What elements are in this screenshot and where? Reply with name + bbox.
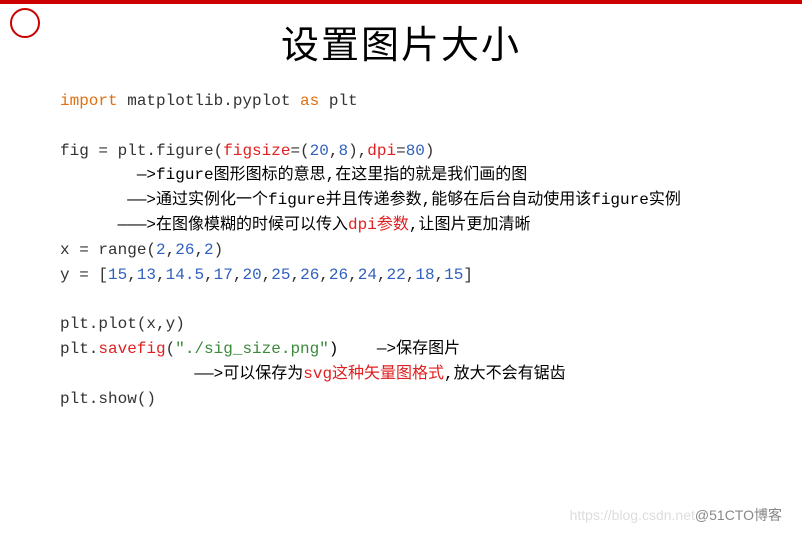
logo-area: [10, 8, 40, 38]
num: 26: [175, 241, 194, 259]
code-text: ,: [194, 241, 204, 259]
num: 13: [137, 266, 156, 284]
code-text: ,: [406, 266, 416, 284]
code-text: ,: [290, 266, 300, 284]
arg-figsize: figsize: [223, 142, 290, 160]
num: 17: [214, 266, 233, 284]
num: 14.5: [166, 266, 204, 284]
code-text: ): [425, 142, 435, 160]
code-text: plt.show(): [60, 390, 156, 408]
top-red-bar: [0, 0, 802, 4]
num: 18: [415, 266, 434, 284]
annotation-figure: —>figure图形图标的意思,在这里指的就是我们画的图: [60, 166, 527, 184]
code-text: matplotlib.pyplot: [118, 92, 300, 110]
code-text: ,: [377, 266, 387, 284]
arg-dpi: dpi: [367, 142, 396, 160]
code-text: plt.: [60, 340, 98, 358]
keyword-as: as: [300, 92, 319, 110]
code-text: ,: [156, 266, 166, 284]
num: 15: [108, 266, 127, 284]
method-savefig: savefig: [98, 340, 165, 358]
code-text: =: [396, 142, 406, 160]
num: 20: [242, 266, 261, 284]
num: 15: [444, 266, 463, 284]
code-text: (: [166, 340, 176, 358]
annotation-dpi-hl: dpi参数: [348, 216, 409, 234]
keyword-import: import: [60, 92, 118, 110]
code-text: fig = plt.figure(: [60, 142, 223, 160]
watermark-url: https://blog.csdn.net: [570, 507, 695, 523]
code-block: import matplotlib.pyplot as plt fig = pl…: [0, 69, 802, 421]
num: 26: [329, 266, 348, 284]
num: 22: [387, 266, 406, 284]
annotation-svg-prefix: ——>可以保存为: [60, 365, 303, 383]
num: 80: [406, 142, 425, 160]
num: 2: [204, 241, 214, 259]
string-path: "./sig_size.png": [175, 340, 329, 358]
code-text: plt.plot(x,y): [60, 315, 185, 333]
code-text: ,: [166, 241, 176, 259]
code-text: ,: [127, 266, 137, 284]
annotation-dpi-prefix: ———>在图像模糊的时候可以传入: [60, 216, 348, 234]
code-text: ,: [435, 266, 445, 284]
num: 25: [271, 266, 290, 284]
code-text: plt: [319, 92, 357, 110]
num: 2: [156, 241, 166, 259]
num: 24: [358, 266, 377, 284]
annotation-instance: ——>通过实例化一个figure并且传递参数,能够在后台自动使用该figure实…: [60, 191, 681, 209]
code-text: ,: [204, 266, 214, 284]
code-text: ,: [319, 266, 329, 284]
logo-icon: [10, 8, 40, 38]
annotation-dpi-suffix: ,让图片更加清晰: [409, 216, 531, 234]
num: 26: [300, 266, 319, 284]
code-text: =(: [290, 142, 309, 160]
code-text: ,: [348, 266, 358, 284]
annotation-svg-suffix: ,放大不会有锯齿: [444, 365, 566, 383]
num: 8: [338, 142, 348, 160]
code-text: ,: [262, 266, 272, 284]
code-text: ]: [463, 266, 473, 284]
code-text: ),: [348, 142, 367, 160]
code-text: ): [214, 241, 224, 259]
code-text: x = range(: [60, 241, 156, 259]
code-text: y = [: [60, 266, 108, 284]
annotation-save: ) —>保存图片: [329, 340, 460, 358]
num: 20: [310, 142, 329, 160]
watermark: https://blog.csdn.net@51CTO博客: [570, 505, 782, 525]
page-title: 设置图片大小: [0, 14, 802, 69]
annotation-svg-hl: svg这种矢量图格式: [303, 365, 444, 383]
watermark-main: @51CTO博客: [695, 507, 782, 523]
